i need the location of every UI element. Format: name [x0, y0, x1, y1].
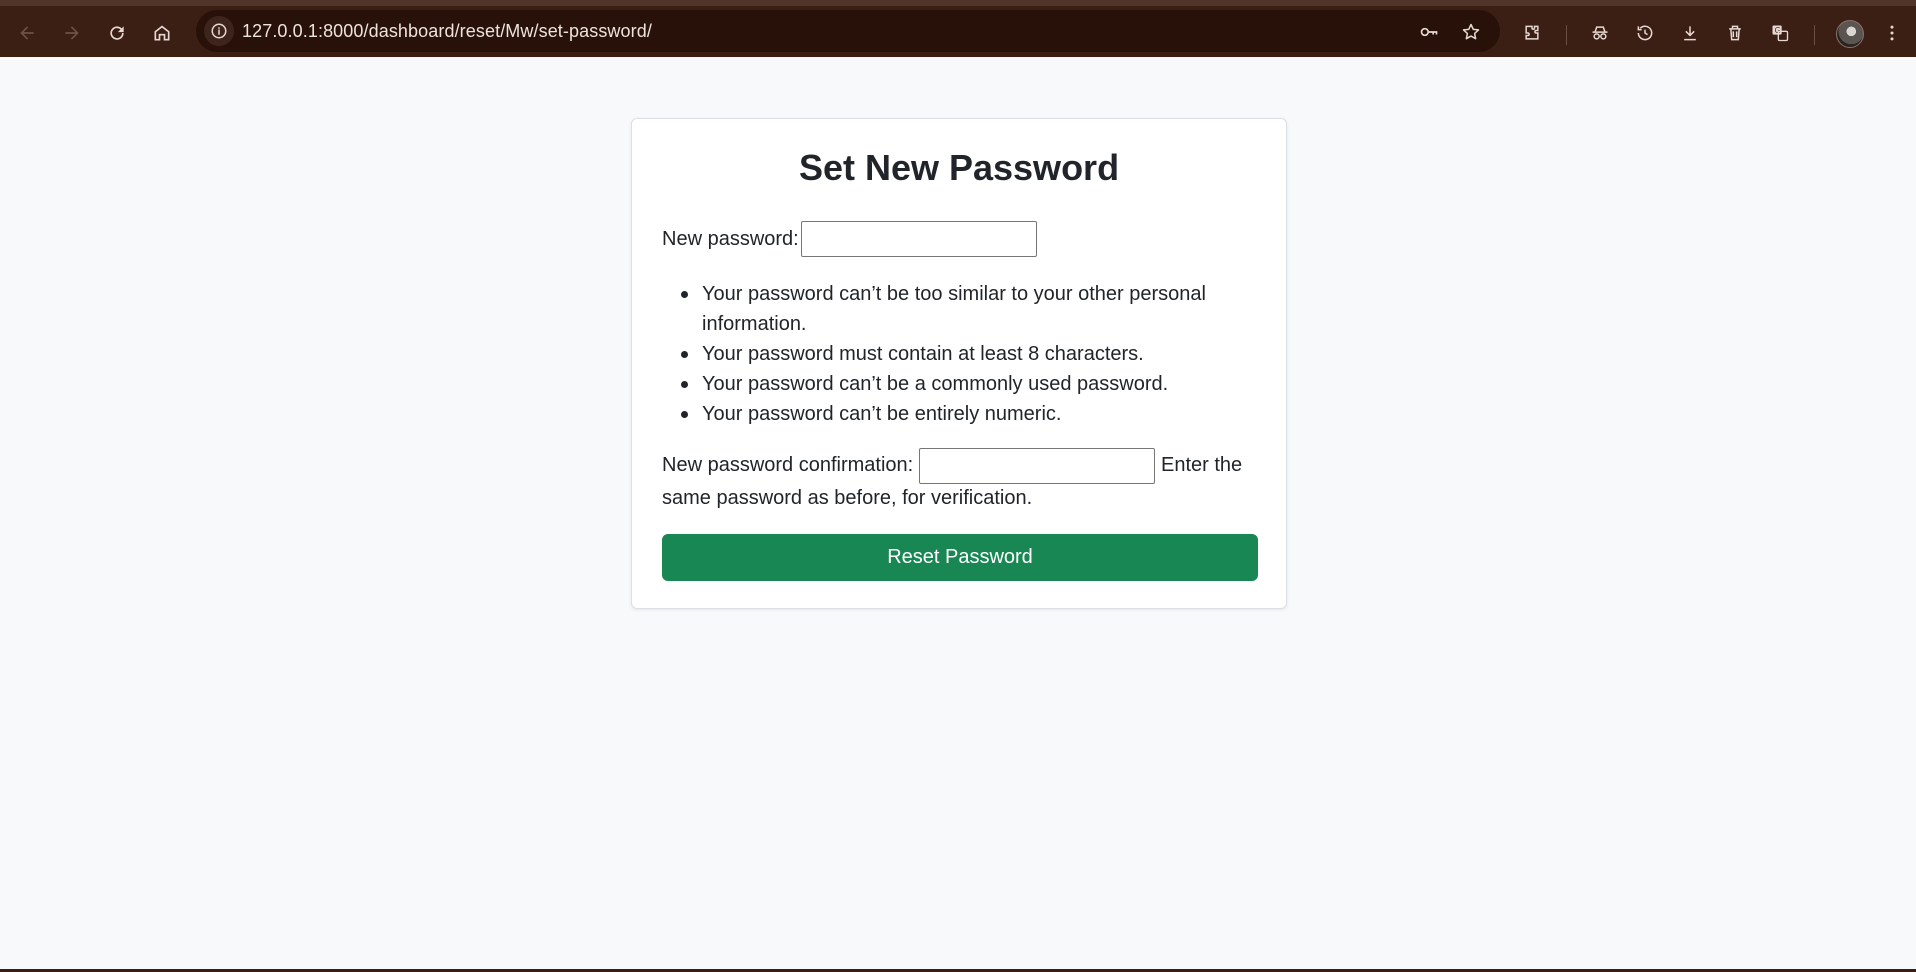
star-icon	[1462, 23, 1480, 40]
home-button[interactable]	[144, 15, 180, 51]
address-bar[interactable]: 127.0.0.1:8000/dashboard/reset/Mw/set-pa…	[196, 10, 1500, 52]
password-manager-button[interactable]	[1415, 18, 1443, 46]
menu-button[interactable]	[1876, 17, 1908, 49]
new-password-label: New password:	[662, 228, 799, 250]
list-item: Your password must contain at least 8 ch…	[662, 339, 1262, 369]
back-icon	[20, 26, 34, 40]
more-icon	[1890, 25, 1894, 41]
downloads-button[interactable]	[1674, 17, 1706, 49]
forward-button[interactable]	[54, 15, 90, 51]
list-item: Your password can’t be entirely numeric.	[662, 399, 1262, 429]
trash-icon	[1729, 25, 1741, 41]
translate-button[interactable]: G	[1764, 17, 1796, 49]
forward-icon	[65, 26, 79, 40]
key-icon	[1420, 27, 1438, 37]
list-item: Your password can’t be too similar to yo…	[662, 279, 1242, 339]
reset-password-button[interactable]: Reset Password	[662, 534, 1258, 581]
confirm-password-field[interactable]	[919, 448, 1155, 484]
page-viewport: Set New Password New password: Your pass…	[0, 57, 1916, 969]
page-title: Set New Password	[798, 147, 1120, 188]
url-text[interactable]: 127.0.0.1:8000/dashboard/reset/Mw/set-pa…	[242, 21, 652, 42]
browser-toolbar: 127.0.0.1:8000/dashboard/reset/Mw/set-pa…	[0, 0, 1916, 57]
svg-text:G: G	[1775, 26, 1781, 35]
reload-icon	[110, 26, 124, 40]
bookmark-button[interactable]	[1457, 18, 1485, 46]
incognito-icon	[1592, 26, 1608, 40]
set-password-card: Set New Password New password: Your pass…	[631, 118, 1287, 609]
confirm-help-text: Enter the	[1161, 454, 1243, 476]
toolbar-separator	[1814, 25, 1815, 45]
extensions-button[interactable]	[1516, 17, 1548, 49]
clear-data-button[interactable]	[1719, 17, 1751, 49]
extensions-icon	[1525, 25, 1539, 40]
toolbar-separator	[1566, 25, 1567, 45]
incognito-button[interactable]	[1584, 17, 1616, 49]
list-item: Your password can’t be a commonly used p…	[662, 369, 1262, 399]
site-info-button[interactable]	[204, 16, 234, 46]
confirm-help-text-continued: same password as before, for verificatio…	[662, 487, 1033, 509]
reload-button[interactable]	[99, 15, 135, 51]
translate-icon: G	[1772, 25, 1789, 42]
history-button[interactable]	[1629, 17, 1661, 49]
confirm-password-label: New password confirmation:	[662, 454, 914, 476]
download-icon	[1684, 26, 1696, 41]
home-icon	[154, 25, 170, 41]
history-icon	[1637, 25, 1653, 41]
info-icon	[211, 23, 227, 39]
profile-avatar[interactable]	[1836, 20, 1864, 48]
password-rules-list: Your password can’t be too similar to yo…	[662, 279, 1262, 429]
new-password-field[interactable]	[801, 221, 1037, 257]
back-button[interactable]	[9, 15, 45, 51]
